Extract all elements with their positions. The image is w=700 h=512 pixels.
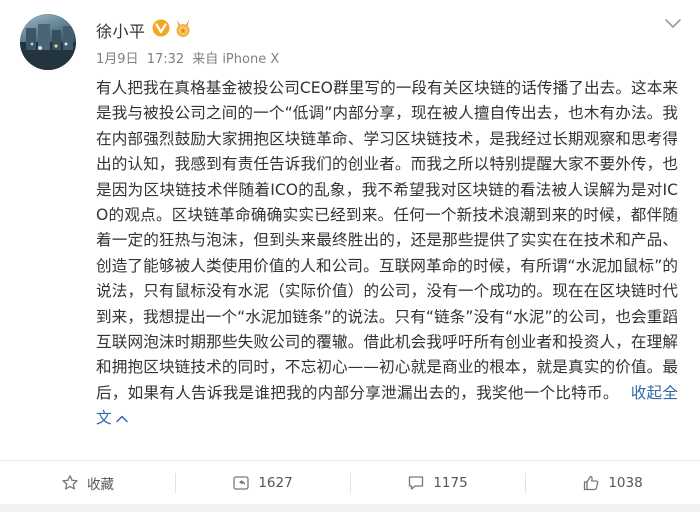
repost-count: 1627: [258, 474, 293, 491]
post-date[interactable]: 1月9日: [96, 52, 139, 67]
avatar-image: [20, 24, 76, 70]
like-button[interactable]: 1038: [525, 461, 700, 504]
fan-medal-icon[interactable]: [173, 18, 193, 38]
chevron-up-icon: [115, 415, 128, 423]
post-time[interactable]: 17:32: [147, 52, 184, 67]
favorite-button[interactable]: 收藏: [0, 461, 175, 504]
bottom-separator: [0, 504, 700, 512]
post-meta: 1月9日 17:32 来自 iPhone X: [96, 48, 283, 67]
post-text: 有人把我在真格基金被投公司CEO群里写的一段有关区块链的话传播了出去。这本来是我…: [96, 79, 678, 402]
post-source: iPhone X: [222, 52, 280, 67]
chevron-down-icon[interactable]: [664, 18, 682, 30]
repost-icon: [233, 475, 249, 490]
repost-button[interactable]: 1627: [175, 461, 350, 504]
comment-count: 1175: [433, 474, 468, 491]
comment-button[interactable]: 1175: [350, 461, 525, 504]
verified-v-icon: [152, 19, 170, 37]
action-bar: 收藏 1627 1175 1038: [0, 461, 700, 504]
post-header: 徐小平 1月9日 17:32 来自 iPhone X: [0, 0, 700, 78]
favorite-label: 收藏: [87, 476, 114, 493]
post-body: 有人把我在真格基金被投公司CEO群里写的一段有关区块链的话传播了出去。这本来是我…: [96, 76, 678, 432]
star-icon: [62, 474, 78, 490]
post-source-prefix: 来自: [192, 52, 219, 67]
user-name[interactable]: 徐小平: [96, 18, 146, 42]
avatar[interactable]: [20, 14, 76, 70]
like-count: 1038: [608, 474, 643, 491]
thumbs-up-icon: [584, 475, 599, 490]
comment-icon: [409, 475, 424, 490]
